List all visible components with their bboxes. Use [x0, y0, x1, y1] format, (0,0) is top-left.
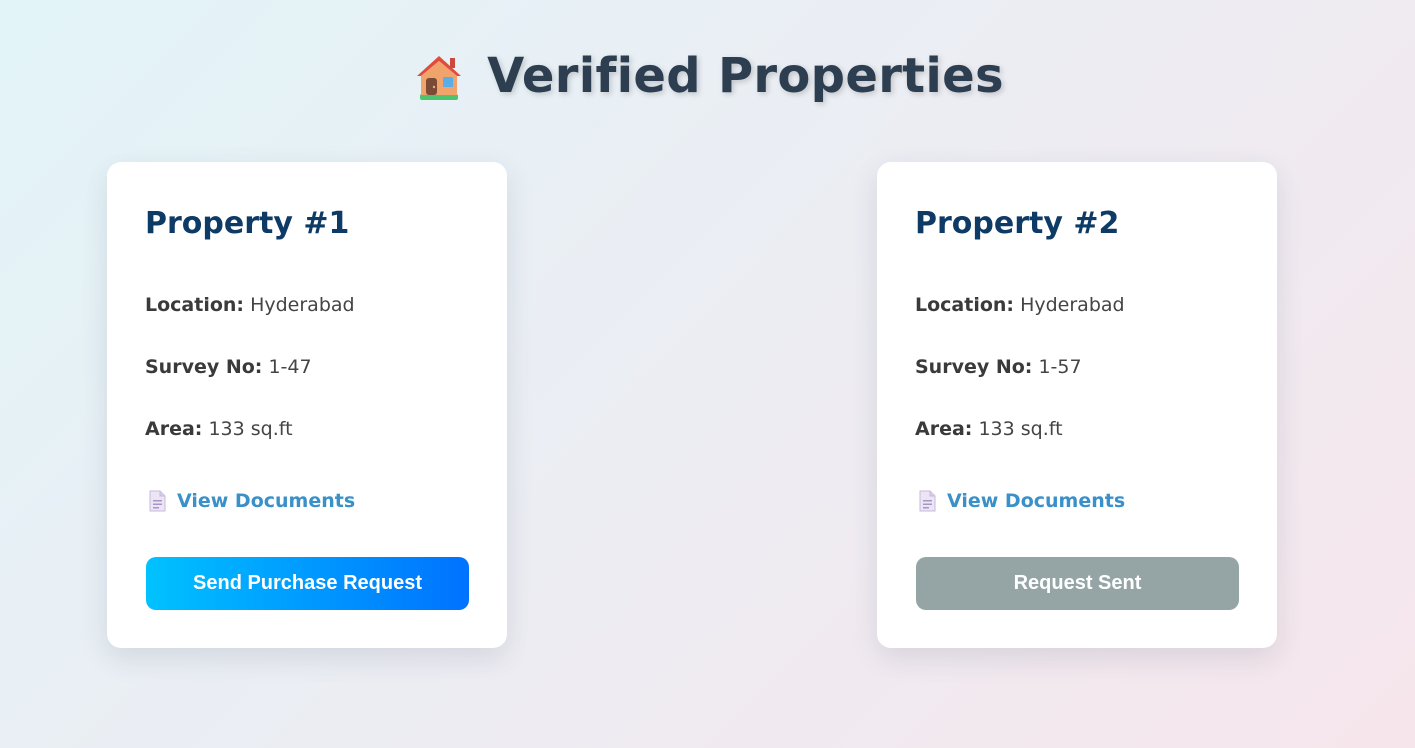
- property-location: Location: Hyderabad: [915, 294, 1125, 316]
- location-value: Hyderabad: [250, 294, 355, 316]
- survey-value: 1-47: [268, 356, 312, 378]
- property-area: Area: 133 sq.ft: [145, 418, 293, 440]
- survey-label: Survey No:: [915, 356, 1033, 378]
- property-card-2: Property #2 Location: Hyderabad Survey N…: [877, 162, 1277, 648]
- document-icon: [917, 490, 937, 512]
- area-label: Area:: [915, 418, 973, 440]
- area-value: 133 sq.ft: [208, 418, 293, 440]
- property-location: Location: Hyderabad: [145, 294, 355, 316]
- location-label: Location:: [145, 294, 245, 316]
- property-area: Area: 133 sq.ft: [915, 418, 1063, 440]
- view-documents-label: View Documents: [177, 490, 356, 512]
- page-header: Verified Properties: [0, 48, 1415, 104]
- property-title: Property #1: [145, 206, 350, 241]
- property-survey-no: Survey No: 1-47: [145, 356, 312, 378]
- property-card-1: Property #1 Location: Hyderabad Survey N…: [107, 162, 507, 648]
- location-value: Hyderabad: [1020, 294, 1125, 316]
- area-label: Area:: [145, 418, 203, 440]
- location-label: Location:: [915, 294, 1015, 316]
- view-documents-link[interactable]: View Documents: [917, 490, 1125, 512]
- survey-value: 1-57: [1038, 356, 1082, 378]
- page-title: Verified Properties: [487, 48, 1004, 104]
- area-value: 133 sq.ft: [978, 418, 1063, 440]
- send-purchase-request-button[interactable]: Send Purchase Request: [146, 557, 469, 610]
- house-icon: [411, 48, 467, 104]
- request-sent-button[interactable]: Request Sent: [916, 557, 1239, 610]
- property-survey-no: Survey No: 1-57: [915, 356, 1082, 378]
- property-title: Property #2: [915, 206, 1120, 241]
- document-icon: [147, 490, 167, 512]
- survey-label: Survey No:: [145, 356, 263, 378]
- view-documents-label: View Documents: [947, 490, 1126, 512]
- view-documents-link[interactable]: View Documents: [147, 490, 355, 512]
